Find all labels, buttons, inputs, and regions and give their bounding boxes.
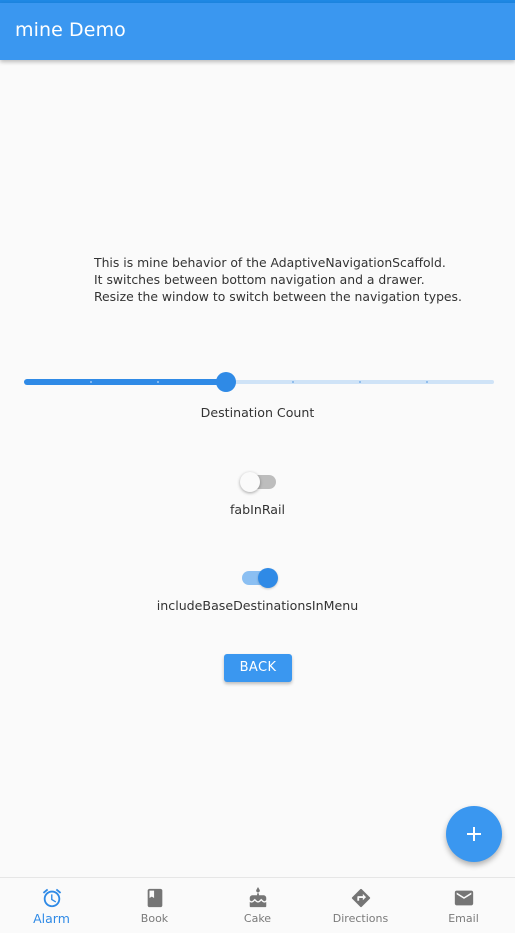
slider-active-track: [24, 379, 226, 385]
nav-item-cake[interactable]: Cake: [206, 878, 309, 933]
slider-division-tick: [90, 381, 92, 383]
switch-thumb: [258, 568, 278, 588]
slider-thumb[interactable]: [216, 372, 236, 392]
include-base-destinations-switch[interactable]: [242, 568, 278, 588]
nav-item-email[interactable]: Email: [412, 878, 515, 933]
slider-division-tick: [157, 381, 159, 383]
fab-in-rail-label: fabInRail: [229, 502, 286, 517]
include-base-destinations-label: includeBaseDestinationsInMenu: [156, 598, 359, 613]
description-text: This is mine behavior of the AdaptiveNav…: [94, 254, 494, 305]
nav-item-book[interactable]: Book: [103, 878, 206, 933]
switch-thumb: [240, 472, 260, 492]
fab-in-rail-switch[interactable]: [240, 472, 276, 492]
alarm-icon: [42, 888, 61, 908]
destination-count-slider[interactable]: [24, 372, 494, 392]
slider-label: Destination Count: [200, 405, 315, 420]
plus-icon: [467, 827, 481, 841]
description-line: Resize the window to switch between the …: [94, 289, 462, 304]
slider-division-tick: [292, 381, 294, 383]
add-fab[interactable]: [446, 806, 502, 862]
app-title: mine Demo: [15, 19, 126, 41]
description-line: This is mine behavior of the AdaptiveNav…: [94, 255, 446, 270]
email-icon: [454, 890, 473, 906]
book-icon: [147, 888, 162, 908]
bottom-navigation: Alarm Book Cake Directions Email: [0, 877, 515, 933]
directions-icon: [351, 888, 370, 908]
back-button[interactable]: BACK: [224, 654, 292, 682]
app-bar: mine Demo: [0, 3, 515, 60]
nav-label: Cake: [243, 912, 272, 925]
slider-division-tick: [359, 381, 361, 383]
nav-label: Email: [448, 912, 479, 925]
cake-icon: [249, 887, 266, 908]
nav-label: Book: [140, 912, 169, 925]
nav-label: Directions: [332, 912, 389, 925]
nav-item-directions[interactable]: Directions: [309, 878, 412, 933]
nav-label: Alarm: [33, 911, 70, 926]
slider-division-tick: [426, 381, 428, 383]
description-line: It switches between bottom navigation an…: [94, 272, 425, 287]
nav-item-alarm[interactable]: Alarm: [0, 878, 103, 933]
